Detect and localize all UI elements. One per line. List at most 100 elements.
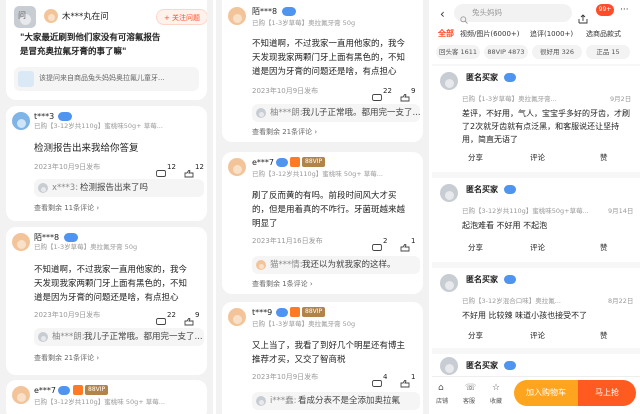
reply-preview[interactable]: 柚***朗: 我儿子正常哦。都用完一支了... — [252, 104, 421, 122]
share-icon[interactable] — [578, 9, 588, 24]
question-line-1: "大家最近刷到他们家没有可溶氟报告 — [20, 33, 161, 43]
comment-action[interactable]: 评论 — [530, 332, 545, 340]
answer-card[interactable]: 陌***8 已购【1-3岁草莓】奥拉氟牙膏 50g 不知道啊，不过我家一直用他家… — [222, 0, 423, 142]
review-text-line: 不好用 比较辣 味道小孩也接受不了 — [462, 311, 588, 320]
reply-preview[interactable]: 柚***朗: 我儿子正常哦。都用完一支了... — [34, 328, 204, 346]
answer-card[interactable]: t***3 已购【3-12岁共110g】蜜桃味50g+ 草莓... 检测报告出来… — [6, 106, 207, 221]
reply-user: x***3: — [52, 183, 79, 193]
comment-icon[interactable] — [156, 163, 166, 177]
comment-icon[interactable] — [372, 237, 382, 251]
reviews-screen: ‹ 兔头妈妈 99+ ··· 全部 视频/图片(6000+) 追评(1000+)… — [432, 0, 640, 414]
comment-action[interactable]: 评论 — [530, 244, 545, 252]
favorite-icon[interactable]: ☆ — [492, 384, 500, 393]
user-name: 匿名买家 — [466, 185, 498, 194]
review-card[interactable]: 匿名买家 已购【1-3岁草莓】奥拉氟牙膏... 9月2日 差评，不好用，气人，宝… — [432, 66, 640, 172]
follow-question-button[interactable]: + 关注问题 — [156, 9, 207, 25]
share-action[interactable]: 分享 — [468, 154, 483, 162]
reply-preview[interactable]: x***3: 检测报告出来了吗 — [34, 179, 204, 197]
user-name: 匿名买家 — [466, 275, 498, 284]
back-icon[interactable]: ‹ — [440, 8, 445, 20]
review-card[interactable]: 匿名买家 — [432, 354, 640, 376]
tag-returning[interactable]: 回头客 1611 — [436, 45, 480, 59]
filter-tab-media[interactable]: 视频/图片(6000+) — [460, 31, 520, 38]
like-action[interactable]: 赞 — [600, 244, 608, 252]
like-icon[interactable] — [184, 163, 194, 178]
comment-count: 12 — [167, 163, 176, 171]
reply-preview[interactable]: i***蠢: 看成分表不是全添加奥拉氟 — [252, 392, 420, 410]
user-name: e***7 — [34, 386, 57, 395]
review-date: 8月22日 — [608, 297, 634, 305]
add-to-cart-button[interactable]: 加入购物车 — [514, 380, 578, 406]
comment-count: 4 — [383, 373, 388, 381]
product-link[interactable]: 该提问来自商品兔头妈妈奥拉氟儿童牙... — [14, 67, 199, 91]
view-more-comments[interactable]: 查看剩余 11条评论 › — [34, 205, 99, 212]
share-action[interactable]: 分享 — [468, 332, 483, 340]
vip-icon — [290, 307, 300, 317]
bottom-bar: ⌂ 店铺 ☏ 客服 ☆ 收藏 加入购物车 马上抢 — [432, 376, 640, 414]
comment-icon[interactable] — [372, 87, 382, 101]
answer-text-line: 推荐才买，又交了智商税 — [252, 355, 346, 365]
comment-icon[interactable] — [372, 373, 382, 387]
like-icon[interactable] — [400, 87, 410, 102]
view-more-comments[interactable]: 查看剩余 21条评论 › — [34, 355, 99, 362]
reply-text: 我儿子正常哦。都用完一支了... — [84, 332, 203, 342]
more-icon[interactable]: ··· — [620, 6, 629, 15]
review-card[interactable]: 匿名买家 已购【3-12岁混合口味】奥拉氟... 8月22日 不好用 比较辣 味… — [432, 268, 640, 348]
comment-action[interactable]: 评论 — [530, 154, 545, 162]
level-badge — [276, 158, 288, 167]
view-more-comments[interactable]: 查看剩余 21条评论 › — [252, 129, 317, 136]
reply-avatar — [38, 183, 48, 193]
purchase-info: 已购【1-3岁草莓】奥拉氟牙膏... — [462, 95, 557, 103]
answer-date: 2023年10月9日发布 — [34, 163, 101, 171]
question-line-2: 是冒充奥拉氟牙膏的事了嘛" — [20, 47, 127, 57]
share-action[interactable]: 分享 — [468, 244, 483, 252]
reply-avatar — [256, 260, 266, 270]
reply-user: 猫***情: — [270, 260, 303, 270]
review-card[interactable]: 匿名买家 已购【3-12岁共110g】蜜桃味50g+草莓... 9月14日 起泡… — [432, 178, 640, 262]
like-icon[interactable] — [184, 311, 194, 326]
user-avatar — [228, 308, 246, 326]
filter-tab-followup[interactable]: 追评(1000+) — [530, 31, 573, 38]
answer-card[interactable]: t***9 88VIP 已购【1-3岁草莓】奥拉氟牙膏 50g 又上当了，我看了… — [222, 302, 423, 414]
view-more-comments[interactable]: 查看剩余 1条评论 › — [252, 281, 313, 288]
filter-select-variant[interactable]: 选商品款式 — [586, 31, 621, 38]
filter-tab-all[interactable]: 全部 — [438, 30, 454, 38]
shop-icon[interactable]: ⌂ — [438, 384, 444, 393]
level-badge — [276, 308, 288, 317]
answer-card[interactable]: e***7 88VIP 已购【3-12岁共110g】蜜桃味 50g+ 草莓...… — [222, 152, 423, 294]
user-name: 陌***8 — [34, 233, 60, 242]
search-bar[interactable]: 兔头妈妈 — [454, 4, 572, 24]
service-icon[interactable]: ☏ — [465, 384, 476, 393]
like-action[interactable]: 赞 — [600, 332, 608, 340]
user-name: 陌***8 — [252, 7, 278, 16]
vip-badge: 88VIP — [302, 157, 326, 167]
user-avatar — [228, 158, 246, 176]
service-label[interactable]: 客服 — [463, 399, 475, 405]
purchase-info: 已购【3-12岁共110g】蜜桃味50g+草莓... — [462, 207, 589, 215]
like-icon[interactable] — [400, 373, 410, 388]
answer-card[interactable]: 陌***8 已购【1-3岁草莓】奥拉氟牙膏 50g 不知道啊，不过我家一直用他家… — [6, 227, 207, 375]
user-avatar — [12, 386, 30, 404]
reply-preview[interactable]: 猫***情: 我还以为就我家的这样。 — [252, 256, 420, 274]
question-card[interactable]: 问 木***丸在问 + 关注问题 "大家最近刷到他们家没有可溶氟报告 是冒充奥拉… — [6, 0, 207, 100]
like-action[interactable]: 赞 — [600, 154, 608, 162]
tag-easy-use[interactable]: 很好用 326 — [532, 45, 582, 59]
comment-icon[interactable] — [156, 311, 166, 325]
like-icon[interactable] — [400, 237, 410, 252]
buy-now-button[interactable]: 马上抢 — [578, 380, 636, 406]
answer-text-line: 天发现我家两颗门牙上面有黑色的，不知 — [252, 53, 406, 63]
tag-genuine[interactable]: 正品 15 — [586, 45, 630, 59]
vip-icon — [290, 157, 300, 167]
favorite-label[interactable]: 收藏 — [490, 399, 502, 405]
purchase-info: 已购【3-12岁共110g】蜜桃味 50g+ 草莓... — [34, 398, 165, 406]
tag-88vip[interactable]: 88VIP 4873 — [484, 45, 528, 59]
answer-text-line: 又上当了，我看了到好几个明星还有博主 — [252, 341, 406, 351]
purchase-info: 已购【1-3岁草莓】奥拉氟牙膏 50g — [252, 320, 356, 328]
search-input[interactable]: 兔头妈妈 — [472, 9, 502, 17]
cart-badge[interactable]: 99+ — [596, 4, 614, 16]
shop-label[interactable]: 店铺 — [436, 399, 448, 405]
asker-avatar — [44, 9, 58, 23]
answer-text-line: 天发现我家两颗门牙上面有黑色的，不知 — [34, 279, 188, 289]
level-badge — [504, 185, 516, 194]
answer-card[interactable]: e***7 88VIP 已购【3-12岁共110g】蜜桃味 50g+ 草莓... — [6, 380, 207, 414]
